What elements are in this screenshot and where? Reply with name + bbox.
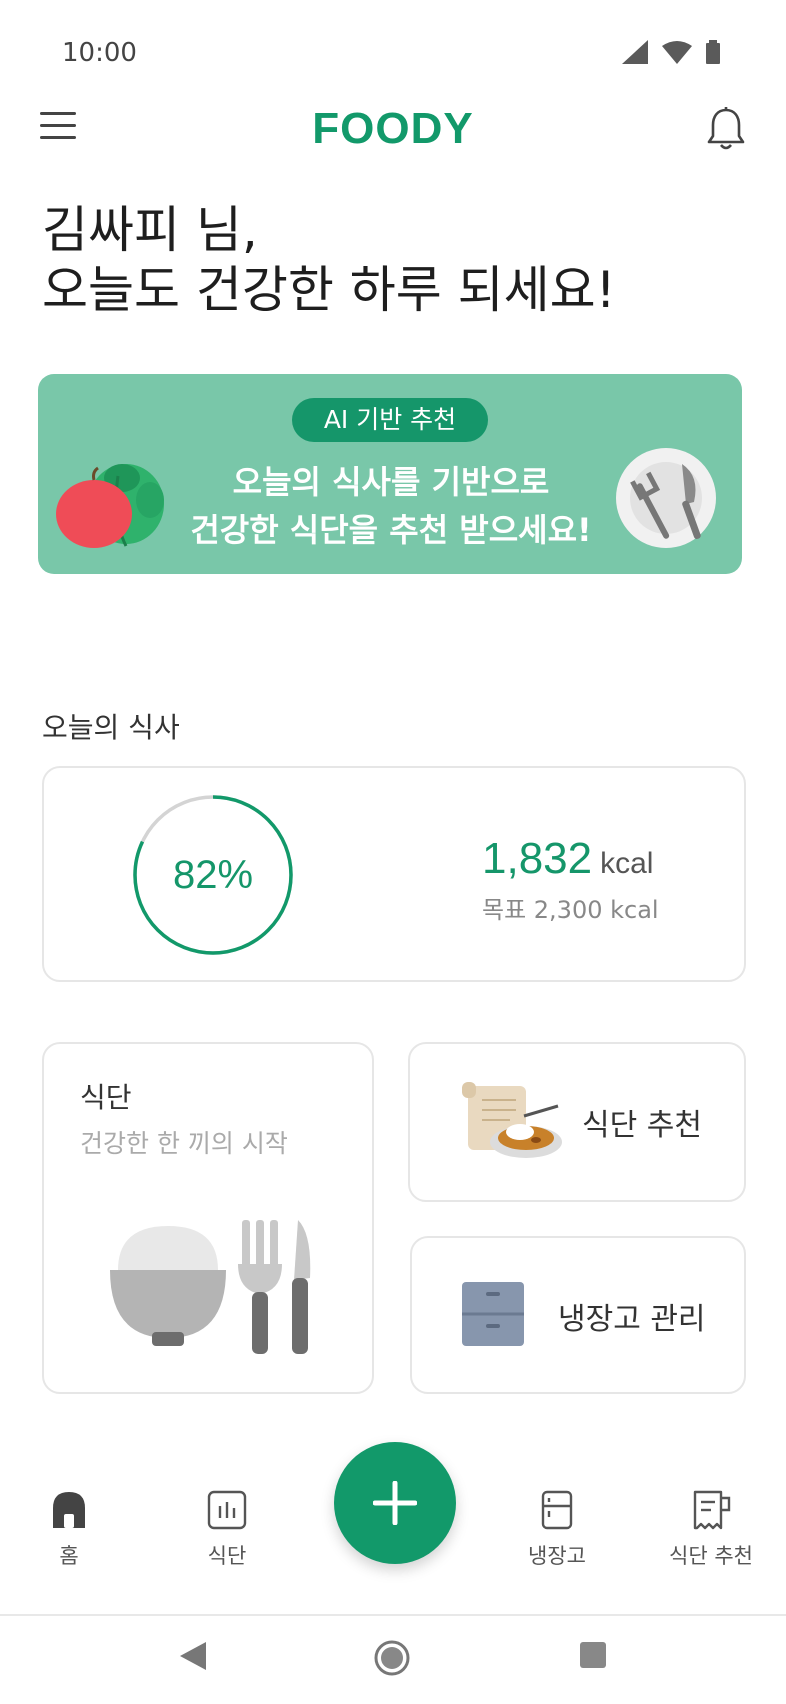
plus-icon bbox=[373, 1481, 417, 1525]
nav-fridge[interactable]: 냉장고 bbox=[492, 1490, 622, 1570]
app-logo: FOODY bbox=[312, 104, 474, 153]
recents-icon[interactable] bbox=[578, 1640, 608, 1670]
diet-title: 식단 bbox=[80, 1081, 132, 1114]
ai-recommend-banner[interactable]: AI 기반 추천 오늘의 식사를 기반으로 건강한 식단을 추천 받으세요! bbox=[38, 374, 742, 574]
home-icon bbox=[53, 1492, 85, 1528]
rice-bowl-utensils-icon bbox=[110, 1220, 311, 1354]
status-time: 10:00 bbox=[62, 38, 137, 68]
battery-icon bbox=[706, 40, 720, 64]
signal-icon bbox=[622, 40, 648, 64]
fridge-manage-label: 냉장고 관리 bbox=[558, 1302, 706, 1337]
nav-diet-label: 식단 bbox=[207, 1544, 247, 1568]
apple-lettuce-icon bbox=[56, 464, 164, 548]
banner-line-2: 건강한 식단을 추천 받으세요! bbox=[190, 511, 592, 549]
kcal-consumed: 1,832 kcal bbox=[482, 834, 653, 884]
drawer-cabinet-icon bbox=[462, 1282, 524, 1346]
nav-home[interactable]: 홈 bbox=[4, 1490, 134, 1570]
status-bar: 10:00 bbox=[0, 0, 786, 100]
greeting-name: 김싸피 님, bbox=[42, 201, 258, 259]
add-button[interactable] bbox=[334, 1442, 456, 1564]
back-icon[interactable] bbox=[178, 1640, 208, 1672]
banner-text: 오늘의 식사를 기반으로 건강한 식단을 추천 받으세요! bbox=[158, 458, 624, 554]
chart-icon bbox=[207, 1490, 247, 1530]
nav-fridge-label: 냉장고 bbox=[528, 1544, 586, 1568]
diet-recommend-card[interactable]: 식단 추천 bbox=[408, 1042, 746, 1202]
greeting: 김싸피 님, 오늘도 건강한 하루 되세요! bbox=[42, 200, 616, 320]
nav-recommend-label: 식단 추천 bbox=[669, 1544, 753, 1568]
recipe-scroll-curry-icon bbox=[462, 1082, 562, 1158]
today-meal-title: 오늘의 식사 bbox=[42, 711, 180, 744]
diet-recommend-label: 식단 추천 bbox=[582, 1108, 702, 1143]
nav-home-label: 홈 bbox=[59, 1544, 79, 1568]
kcal-number: 1,832 bbox=[482, 834, 593, 883]
fridge-manage-card[interactable]: 냉장고 관리 bbox=[410, 1236, 746, 1394]
receipt-icon bbox=[693, 1490, 731, 1530]
kcal-goal: 목표 2,300 kcal bbox=[482, 896, 659, 924]
plate-fork-knife-icon bbox=[616, 448, 716, 548]
kcal-unit: kcal bbox=[600, 847, 654, 880]
diet-subtitle: 건강한 한 끼의 시작 bbox=[80, 1129, 288, 1158]
ai-chip: AI 기반 추천 bbox=[292, 398, 488, 442]
system-nav-bar bbox=[0, 1616, 786, 1704]
diet-card[interactable]: 식단 건강한 한 끼의 시작 bbox=[42, 1042, 374, 1394]
notification-bell-icon[interactable] bbox=[706, 106, 746, 152]
banner-line-1: 오늘의 식사를 기반으로 bbox=[232, 463, 550, 501]
app-header: FOODY bbox=[0, 100, 786, 160]
nav-recommend[interactable]: 식단 추천 bbox=[646, 1490, 776, 1570]
nav-diet[interactable]: 식단 bbox=[162, 1490, 292, 1570]
today-meal-card[interactable]: 82% 1,832 kcal 목표 2,300 kcal bbox=[42, 766, 746, 982]
greeting-message: 오늘도 건강한 하루 되세요! bbox=[42, 261, 616, 319]
home-circle-icon[interactable] bbox=[374, 1640, 410, 1676]
status-icons bbox=[622, 40, 720, 64]
progress-percent: 82% bbox=[172, 852, 254, 897]
wifi-icon bbox=[662, 41, 692, 64]
fridge-icon bbox=[541, 1490, 573, 1530]
